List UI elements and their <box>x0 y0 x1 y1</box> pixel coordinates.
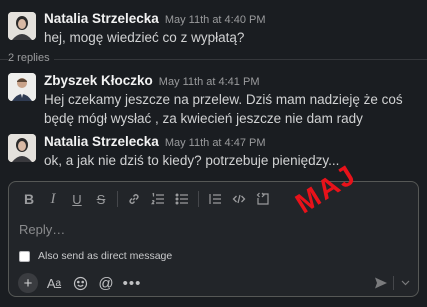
composer-actions: + Aa @ ••• <box>15 272 145 294</box>
strikethrough-icon[interactable]: S <box>89 188 113 210</box>
replies-divider: 2 replies <box>0 48 427 68</box>
message-text: Hej czekamy jeszcze na przelew. Dziś mam… <box>44 92 403 126</box>
emoji-icon[interactable] <box>67 272 93 294</box>
message-text: ok, a jak nie dziś to kiedy? potrzebuje … <box>44 153 340 168</box>
send-button[interactable] <box>371 274 391 292</box>
message-author-line: Zbyszek Kłoczko May 11th at 4:41 PM <box>44 73 259 88</box>
attach-button[interactable]: + <box>15 272 41 294</box>
chevron-down-icon[interactable] <box>398 274 412 292</box>
italic-icon[interactable]: I <box>41 188 65 210</box>
send-divider <box>393 276 394 290</box>
message-2: Zbyszek Kłoczko May 11th at 4:41 PM Hej c… <box>0 70 427 128</box>
also-send-option: Also send as direct message <box>19 250 172 262</box>
timestamp[interactable]: May 11th at 4:40 PM <box>165 14 266 26</box>
bulleted-list-icon[interactable] <box>170 188 194 210</box>
divider-line <box>0 59 427 60</box>
send-icon <box>375 277 387 289</box>
mention-icon[interactable]: @ <box>93 272 119 294</box>
avatar[interactable] <box>8 134 36 162</box>
also-send-checkbox[interactable] <box>19 250 30 262</box>
message-author-line: Natalia Strzelecka May 11th at 4:47 PM <box>44 134 266 149</box>
timestamp[interactable]: May 11th at 4:41 PM <box>159 76 260 88</box>
message-3: Natalia Strzelecka May 11th at 4:47 PM ok… <box>0 131 427 171</box>
formatting-toolbar: B I U S <box>17 188 275 210</box>
avatar[interactable] <box>8 73 36 101</box>
plus-icon: + <box>18 273 38 293</box>
link-icon[interactable] <box>122 188 146 210</box>
timestamp[interactable]: May 11th at 4:47 PM <box>165 137 266 149</box>
bold-icon[interactable]: B <box>17 188 41 210</box>
message-text: hej, mogę wiedzieć co z wypłatą? <box>44 30 245 45</box>
author-name[interactable]: Natalia Strzelecka <box>44 11 159 26</box>
toolbar-divider <box>117 191 118 207</box>
reply-input[interactable] <box>19 222 299 237</box>
message-1: Natalia Strzelecka May 11th at 4:40 PM he… <box>0 8 427 48</box>
author-name[interactable]: Zbyszek Kłoczko <box>44 73 153 88</box>
message-author-line: Natalia Strzelecka May 11th at 4:40 PM <box>44 11 266 26</box>
ordered-list-icon[interactable] <box>146 188 170 210</box>
also-send-label[interactable]: Also send as direct message <box>38 250 172 262</box>
code-icon[interactable] <box>227 188 251 210</box>
author-name[interactable]: Natalia Strzelecka <box>44 134 159 149</box>
toolbar-divider <box>198 191 199 207</box>
avatar[interactable] <box>8 12 36 40</box>
formatting-toggle-icon[interactable]: Aa <box>41 272 67 294</box>
more-icon[interactable]: ••• <box>119 272 145 294</box>
blockquote-icon[interactable] <box>203 188 227 210</box>
code-block-icon[interactable] <box>251 188 275 210</box>
underline-icon[interactable]: U <box>65 188 89 210</box>
replies-count: 2 replies <box>8 52 54 64</box>
reply-composer: B I U S Also send as direct message + Aa <box>8 181 419 297</box>
